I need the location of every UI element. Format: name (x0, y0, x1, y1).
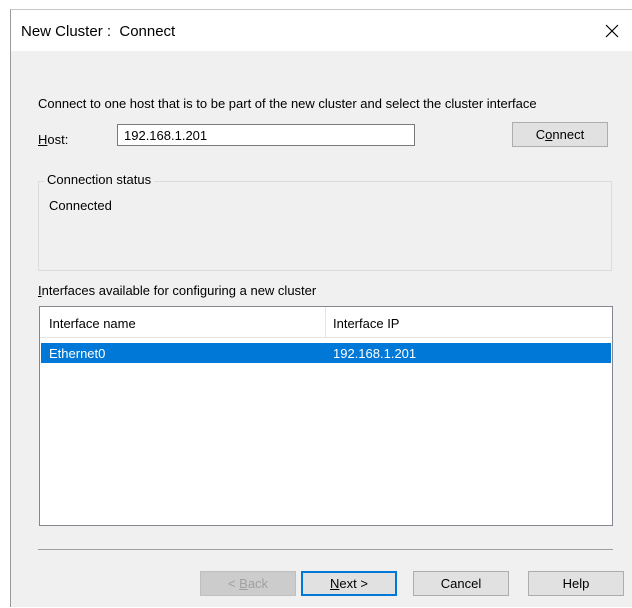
connection-status-group (38, 181, 612, 271)
window-title: New Cluster : Connect (21, 23, 176, 40)
next-button[interactable]: Next > (301, 571, 397, 596)
connect-button[interactable]: Connect (512, 122, 608, 147)
close-button[interactable] (592, 10, 632, 51)
host-input[interactable] (117, 124, 415, 146)
interface-ip-cell: 192.168.1.201 (333, 346, 417, 361)
column-header-interface-name[interactable]: Interface name (49, 316, 136, 331)
connection-status-title: Connection status (44, 172, 155, 187)
close-icon (605, 24, 619, 37)
dialog-content: Connect to one host that is to be part o… (11, 51, 632, 608)
list-header: Interface name Interface IP (40, 307, 612, 338)
interfaces-list[interactable]: Interface name Interface IP Ethernet0 19… (39, 306, 613, 526)
table-row[interactable]: Ethernet0 192.168.1.201 (41, 343, 611, 363)
help-button[interactable]: Help (528, 571, 624, 596)
host-label: Host: (38, 132, 69, 147)
instructions-text: Connect to one host that is to be part o… (38, 96, 537, 111)
interfaces-label: Interfaces available for configuring a n… (38, 283, 317, 298)
column-divider[interactable] (325, 307, 326, 337)
interface-name-cell: Ethernet0 (49, 346, 106, 361)
column-header-interface-ip[interactable]: Interface IP (333, 316, 399, 331)
connection-status-value: Connected (49, 198, 112, 213)
footer-divider (38, 549, 613, 550)
new-cluster-dialog: New Cluster : Connect Connect to one hos… (10, 9, 632, 607)
title-bar: New Cluster : Connect (11, 10, 632, 51)
back-button[interactable]: < Back (200, 571, 296, 596)
cancel-button[interactable]: Cancel (413, 571, 509, 596)
